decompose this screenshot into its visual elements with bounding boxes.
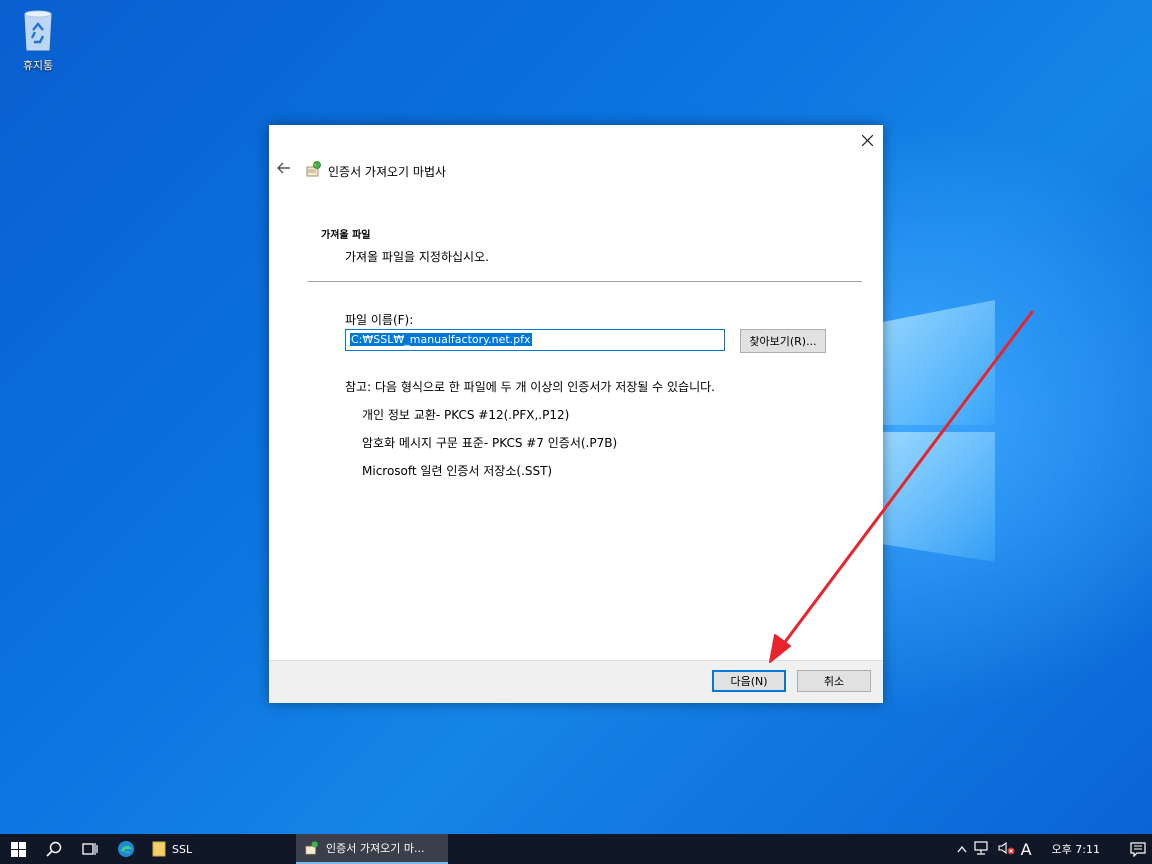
next-button[interactable]: 다음(N)	[712, 670, 786, 692]
clock[interactable]: 오후 7:11	[1052, 841, 1100, 857]
certificate-import-wizard-dialog: 인증서 가져오기 마법사 가져올 파일 가져올 파일을 지정하십시오. 파일 이…	[269, 125, 883, 703]
header-divider	[308, 281, 862, 282]
cancel-button[interactable]: 취소	[797, 670, 871, 692]
folder-icon	[152, 841, 166, 857]
system-tray: A 오후 7:11	[957, 834, 1152, 864]
format-item-p7b: 암호화 메시지 구문 표준- PKCS #7 인증서(.P7B)	[362, 436, 618, 450]
input-method-indicator[interactable]: A	[1021, 840, 1032, 859]
windows-start-icon	[10, 841, 26, 857]
edge-browser-button[interactable]	[108, 834, 144, 864]
certificate-wizard-icon	[306, 161, 321, 177]
start-button[interactable]	[0, 834, 36, 864]
close-icon	[861, 134, 873, 146]
dialog-footer: 다음(N) 취소	[269, 660, 883, 703]
back-button[interactable]	[277, 161, 295, 179]
recycle-bin-desktop-icon[interactable]: 휴지통	[10, 8, 66, 73]
file-name-value: C:₩SSL₩_manualfactory.net.pfx	[350, 333, 532, 346]
taskbar-item-label: SSL	[172, 842, 193, 856]
section-subtitle: 가져올 파일을 지정하십시오.	[345, 250, 489, 264]
section-title: 가져올 파일	[321, 230, 371, 241]
recycle-bin-label: 휴지통	[22, 59, 54, 72]
show-hidden-icons-chevron-up-icon[interactable]	[957, 842, 967, 856]
format-note: 참고: 다음 형식으로 한 파일에 두 개 이상의 인증서가 저장될 수 있습니…	[345, 380, 715, 394]
task-view-icon	[82, 843, 98, 855]
notification-center-button[interactable]	[1124, 834, 1152, 864]
search-button[interactable]	[36, 834, 72, 864]
edge-icon	[118, 841, 134, 857]
taskbar-item-label: 인증서 가져오기 마...	[326, 842, 425, 855]
recycle-bin-icon	[24, 10, 52, 51]
file-name-input[interactable]: C:₩SSL₩_manualfactory.net.pfx	[345, 329, 725, 351]
close-button[interactable]	[851, 125, 883, 155]
browse-button[interactable]: 찾아보기(R)...	[740, 329, 826, 353]
taskbar-item-cert-wizard[interactable]: 인증서 가져오기 마...	[296, 834, 448, 864]
task-view-button[interactable]	[72, 834, 108, 864]
volume-muted-icon[interactable]	[997, 840, 1015, 859]
windows-wallpaper-logo	[880, 300, 1000, 570]
arrow-left-icon	[277, 162, 290, 174]
wizard-title: 인증서 가져오기 마법사	[328, 165, 447, 179]
notification-icon	[1130, 842, 1146, 857]
certificate-wizard-icon	[305, 841, 318, 855]
format-item-sst: Microsoft 일련 인증서 저장소(.SST)	[362, 464, 553, 478]
network-icon[interactable]	[973, 840, 991, 859]
file-name-label: 파일 이름(F):	[345, 313, 414, 327]
format-item-pfx: 개인 정보 교환- PKCS #12(.PFX,.P12)	[362, 408, 570, 422]
search-icon	[46, 841, 62, 857]
taskbar-item-ssl-folder[interactable]: SSL	[144, 834, 296, 864]
taskbar: SSL 인증서 가져오기 마... A 오후 7:11	[0, 834, 1152, 864]
